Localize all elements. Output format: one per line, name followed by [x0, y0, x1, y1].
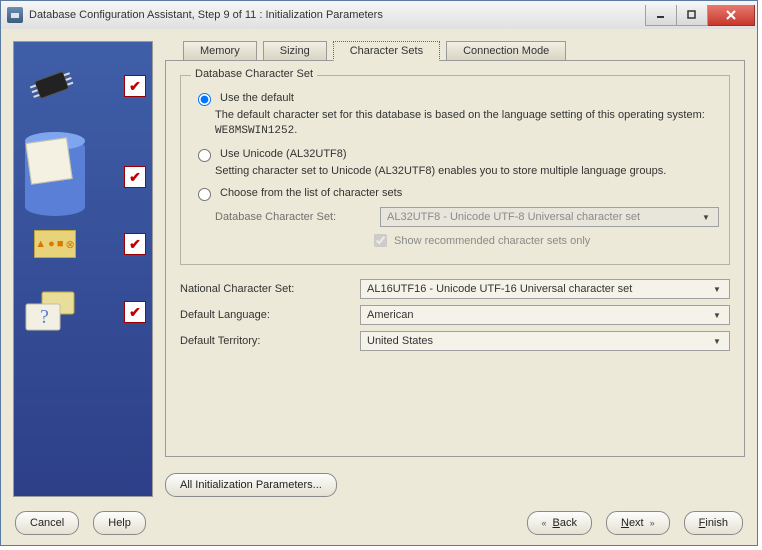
- db-shapes-icon: ▲● ■⊗: [20, 224, 90, 264]
- minimize-button[interactable]: [645, 5, 677, 26]
- national-charset-row: National Character Set: AL16UTF16 - Unic…: [180, 279, 730, 299]
- radio-use-default-label[interactable]: Use the default: [220, 92, 294, 104]
- sidebar-step-3: ▲● ■⊗ ✔: [20, 224, 146, 264]
- wizard-body: ✔ ✔ ▲● ■⊗ ✔: [1, 29, 757, 545]
- main-panel: Memory Sizing Character Sets Connection …: [165, 41, 745, 497]
- national-charset-value: AL16UTF16 - Unicode UTF-16 Universal cha…: [367, 283, 632, 295]
- default-territory-value: United States: [367, 335, 433, 347]
- show-recommended-checkbox: [374, 234, 387, 247]
- radio-use-unicode-label[interactable]: Use Unicode (AL32UTF8): [220, 148, 347, 160]
- default-territory-row: Default Territory: United States ▼: [180, 331, 730, 351]
- db-charset-combo-label: Database Character Set:: [215, 211, 370, 223]
- all-initialization-parameters-button[interactable]: All Initialization Parameters...: [165, 473, 337, 497]
- help-button[interactable]: Help: [93, 511, 146, 535]
- chevron-right-icon: »: [650, 518, 655, 528]
- radio-use-default-row: Use the default: [193, 92, 719, 106]
- chevron-left-icon: «: [542, 518, 547, 528]
- db-charset-combo-row: Database Character Set: AL32UTF8 - Unico…: [215, 207, 719, 227]
- tab-connection-mode[interactable]: Connection Mode: [446, 41, 566, 61]
- tab-sizing[interactable]: Sizing: [263, 41, 327, 61]
- help-folders-icon: ?: [20, 286, 84, 338]
- chevron-down-icon: ▼: [709, 311, 725, 320]
- groupbox-title: Database Character Set: [191, 68, 317, 80]
- use-unicode-description: Setting character set to Unicode (AL32UT…: [215, 164, 719, 179]
- back-button-label: Back: [553, 517, 577, 529]
- tab-panel-character-sets: Database Character Set Use the default T…: [165, 60, 745, 457]
- db-charset-combo-value: AL32UTF8 - Unicode UTF-8 Universal chara…: [387, 211, 640, 223]
- default-language-label: Default Language:: [180, 309, 350, 321]
- tab-character-sets[interactable]: Character Sets: [333, 41, 440, 61]
- show-recommended-label: Show recommended character sets only: [394, 235, 590, 247]
- additional-settings: National Character Set: AL16UTF16 - Unic…: [180, 279, 730, 351]
- step-complete-icon: ✔: [124, 233, 146, 255]
- window-controls: [645, 5, 755, 25]
- wizard-footer: Cancel Help « Back Next » Finish: [1, 501, 757, 545]
- national-charset-combo[interactable]: AL16UTF16 - Unicode UTF-16 Universal cha…: [360, 279, 730, 299]
- titlebar: Database Configuration Assistant, Step 9…: [1, 1, 757, 30]
- wizard-sidebar: ✔ ✔ ▲● ■⊗ ✔: [13, 41, 153, 497]
- close-button[interactable]: [708, 5, 755, 26]
- sidebar-step-1: ✔: [20, 60, 146, 112]
- app-icon: [7, 7, 23, 23]
- window-title: Database Configuration Assistant, Step 9…: [29, 9, 645, 21]
- radio-use-unicode-row: Use Unicode (AL32UTF8): [193, 148, 719, 162]
- show-recommended-row: Show recommended character sets only: [215, 231, 719, 250]
- chevron-down-icon: ▼: [709, 285, 725, 294]
- db-charset-combo: AL32UTF8 - Unicode UTF-8 Universal chara…: [380, 207, 719, 227]
- db-docs-icon: [20, 134, 90, 220]
- default-territory-combo[interactable]: United States ▼: [360, 331, 730, 351]
- all-params-row: All Initialization Parameters...: [165, 465, 745, 497]
- step-complete-icon: ✔: [124, 301, 146, 323]
- tab-strip: Memory Sizing Character Sets Connection …: [165, 41, 745, 61]
- sidebar-step-4: ? ✔: [20, 286, 146, 338]
- step-complete-icon: ✔: [124, 75, 146, 97]
- radio-use-unicode[interactable]: [198, 149, 211, 162]
- default-language-combo[interactable]: American ▼: [360, 305, 730, 325]
- finish-button-label: Finish: [699, 517, 728, 529]
- back-button[interactable]: « Back: [527, 511, 592, 535]
- step-complete-icon: ✔: [124, 166, 146, 188]
- radio-choose-from-list[interactable]: [198, 188, 211, 201]
- tab-memory[interactable]: Memory: [183, 41, 257, 61]
- default-language-row: Default Language: American ▼: [180, 305, 730, 325]
- database-character-set-group: Database Character Set Use the default T…: [180, 75, 730, 265]
- radio-use-default[interactable]: [198, 93, 211, 106]
- cancel-button[interactable]: Cancel: [15, 511, 79, 535]
- radio-choose-label[interactable]: Choose from the list of character sets: [220, 187, 402, 199]
- chip-icon: [20, 60, 84, 112]
- national-charset-label: National Character Set:: [180, 283, 350, 295]
- radio-choose-row: Choose from the list of character sets: [193, 187, 719, 201]
- default-territory-label: Default Territory:: [180, 335, 350, 347]
- wizard-window: Database Configuration Assistant, Step 9…: [0, 0, 758, 546]
- finish-button[interactable]: Finish: [684, 511, 743, 535]
- content-row: ✔ ✔ ▲● ■⊗ ✔: [1, 29, 757, 501]
- use-default-description: The default character set for this datab…: [215, 108, 719, 140]
- chevron-down-icon: ▼: [698, 213, 714, 222]
- os-charset-value: WE8MSWIN1252: [215, 125, 294, 137]
- sidebar-step-2: ✔: [20, 134, 146, 220]
- next-button[interactable]: Next »: [606, 511, 670, 535]
- maximize-button[interactable]: [677, 5, 708, 26]
- svg-text:?: ?: [40, 306, 49, 328]
- default-language-value: American: [367, 309, 413, 321]
- next-button-label: Next: [621, 517, 644, 529]
- chevron-down-icon: ▼: [709, 337, 725, 346]
